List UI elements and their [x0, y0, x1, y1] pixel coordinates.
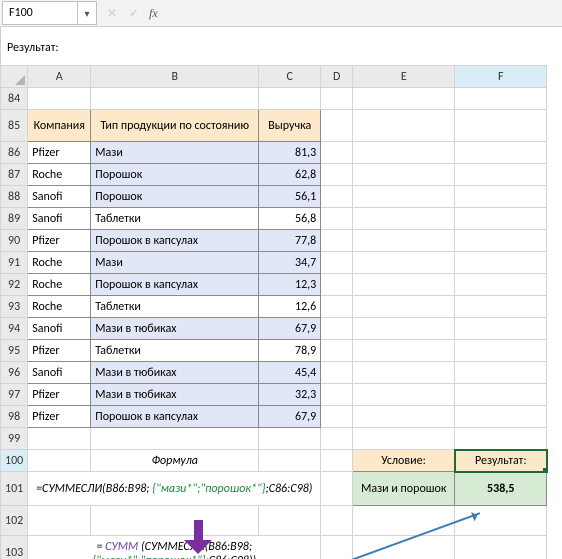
row-header[interactable]: 87	[1, 164, 28, 186]
cell[interactable]: Pfizer	[28, 230, 91, 252]
row-header[interactable]: 93	[1, 296, 28, 318]
name-box-dropdown[interactable]: ▾	[78, 1, 97, 25]
cell[interactable]: 81,3	[259, 142, 321, 164]
row-header[interactable]: 88	[1, 186, 28, 208]
col-header-D[interactable]: D	[321, 66, 353, 88]
row-header[interactable]: 86	[1, 142, 28, 164]
result-header-label[interactable]: Результат:	[455, 450, 547, 472]
row-header[interactable]: 103	[1, 536, 28, 559]
cell[interactable]: Порошок в капсулах	[91, 406, 259, 428]
cell[interactable]: 12,6	[259, 296, 321, 318]
formula-2-cell[interactable]: = СУММ (СУММЕСЛИ(B86:B98; {"мази*";"поро…	[28, 536, 321, 559]
cell[interactable]: 56,1	[259, 186, 321, 208]
cell[interactable]: 56,8	[259, 208, 321, 230]
col-header-E[interactable]: E	[353, 66, 455, 88]
row-header[interactable]: 100	[1, 450, 28, 472]
cell[interactable]: Мази в тюбиках	[91, 384, 259, 406]
cell[interactable]: Pfizer	[28, 406, 91, 428]
cell[interactable]: Roche	[28, 296, 91, 318]
spreadsheet-grid: A B C D E F 84 85 Компания Тип продукции…	[0, 65, 562, 559]
row-header[interactable]: 85	[1, 110, 28, 142]
select-all-corner[interactable]	[1, 66, 28, 88]
cell[interactable]: Порошок	[91, 164, 259, 186]
row-header[interactable]: 99	[1, 428, 28, 450]
col-header-F[interactable]: F	[455, 66, 547, 88]
cell[interactable]: 77,8	[259, 230, 321, 252]
cell[interactable]: Pfizer	[28, 340, 91, 362]
formula-label[interactable]: Формула	[91, 450, 259, 472]
formula-input[interactable]: Результат:	[0, 27, 562, 65]
row-header[interactable]: 101	[1, 472, 28, 506]
row-header[interactable]: 84	[1, 88, 28, 110]
table-hdr-product[interactable]: Тип продукции по состоянию	[91, 110, 259, 142]
cell[interactable]: Порошок в капсулах	[91, 274, 259, 296]
cell[interactable]: Таблетки	[91, 208, 259, 230]
cell[interactable]: 67,9	[259, 318, 321, 340]
chevron-down-icon: ▾	[84, 7, 89, 20]
row-header[interactable]: 89	[1, 208, 28, 230]
formula-edit-buttons: ✕ ✓	[105, 6, 141, 21]
cell[interactable]: Таблетки	[91, 296, 259, 318]
cell[interactable]: Roche	[28, 274, 91, 296]
cell[interactable]: Roche	[28, 164, 91, 186]
fx-icon[interactable]: fx	[149, 6, 158, 21]
result-value-cell[interactable]: 538,5	[455, 472, 547, 506]
name-box[interactable]: F100	[2, 1, 78, 25]
row-header[interactable]: 92	[1, 274, 28, 296]
cell[interactable]: Таблетки	[91, 340, 259, 362]
row-header[interactable]: 97	[1, 384, 28, 406]
table-hdr-revenue[interactable]: Выручка	[259, 110, 321, 142]
row-header[interactable]: 95	[1, 340, 28, 362]
cell[interactable]: Порошок	[91, 186, 259, 208]
formula-1-cell[interactable]: =СУММЕСЛИ(B86:B98; {"мази*";"порошок*"};…	[28, 472, 321, 506]
row-header[interactable]: 96	[1, 362, 28, 384]
row-header[interactable]: 91	[1, 252, 28, 274]
cell[interactable]: 78,9	[259, 340, 321, 362]
cell[interactable]: 32,3	[259, 384, 321, 406]
cell[interactable]: Мази в тюбиках	[91, 318, 259, 340]
cell[interactable]: 12,3	[259, 274, 321, 296]
cell[interactable]: Pfizer	[28, 384, 91, 406]
table-hdr-company[interactable]: Компания	[28, 110, 91, 142]
cond-header-label[interactable]: Условие:	[353, 450, 455, 472]
cell[interactable]: Мази	[91, 142, 259, 164]
cell[interactable]: Roche	[28, 252, 91, 274]
cell[interactable]: Pfizer	[28, 142, 91, 164]
cell[interactable]: 34,7	[259, 252, 321, 274]
cell[interactable]: Sanofi	[28, 186, 91, 208]
formula-bar: F100 ▾ ✕ ✓ fx	[0, 0, 562, 27]
cell[interactable]: 62,8	[259, 164, 321, 186]
row-header[interactable]: 90	[1, 230, 28, 252]
cell[interactable]: Мази в тюбиках	[91, 362, 259, 384]
cancel-icon[interactable]: ✕	[105, 6, 119, 21]
cond-value-cell[interactable]: Мази и порошок	[353, 472, 455, 506]
sheet-table[interactable]: A B C D E F 84 85 Компания Тип продукции…	[0, 65, 548, 559]
cell[interactable]: Sanofi	[28, 362, 91, 384]
cell[interactable]: Порошок в капсулах	[91, 230, 259, 252]
row-header[interactable]: 98	[1, 406, 28, 428]
accept-icon[interactable]: ✓	[127, 6, 141, 21]
cell[interactable]: 67,9	[259, 406, 321, 428]
cell[interactable]: 45,4	[259, 362, 321, 384]
cell[interactable]: Sanofi	[28, 318, 91, 340]
row-header[interactable]: 102	[1, 506, 28, 536]
col-header-B[interactable]: B	[91, 66, 259, 88]
cell[interactable]: Sanofi	[28, 208, 91, 230]
col-header-A[interactable]: A	[28, 66, 91, 88]
cell[interactable]: Мази	[91, 252, 259, 274]
row-header[interactable]: 94	[1, 318, 28, 340]
col-header-C[interactable]: C	[259, 66, 321, 88]
